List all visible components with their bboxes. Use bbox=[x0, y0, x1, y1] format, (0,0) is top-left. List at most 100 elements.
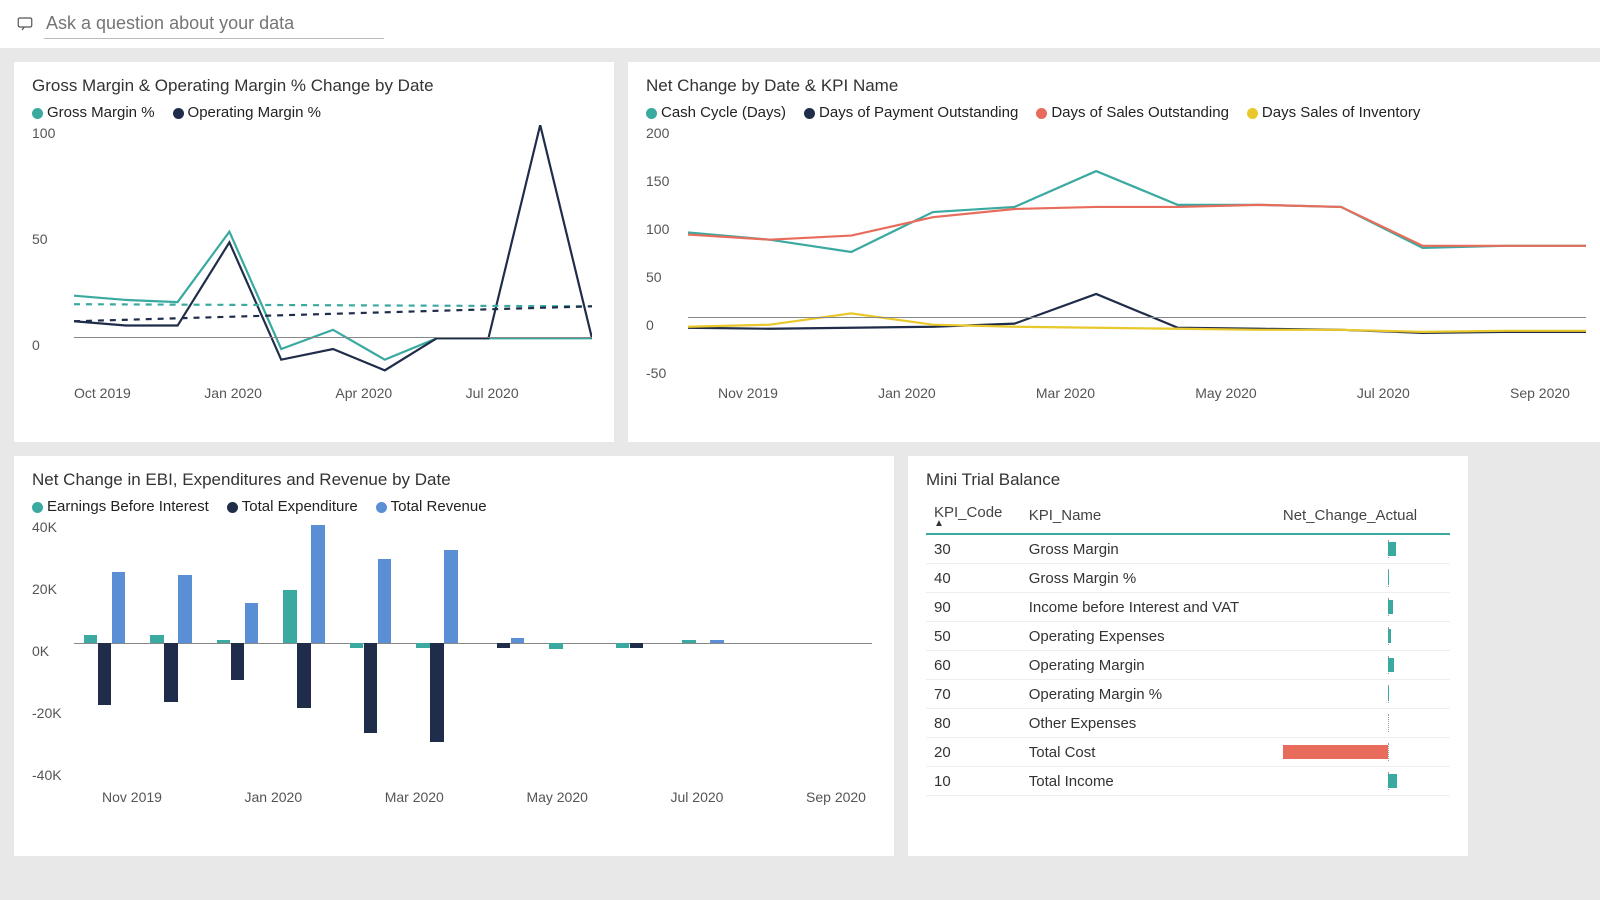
chat-icon bbox=[16, 15, 34, 33]
cell-name: Other Expenses bbox=[1021, 709, 1275, 738]
table-row[interactable]: 50Operating Expenses bbox=[926, 622, 1450, 651]
card-trial-balance[interactable]: Mini Trial Balance KPI_Code▲ KPI_Name Ne… bbox=[908, 456, 1468, 856]
bar bbox=[178, 575, 191, 643]
zero-line bbox=[688, 317, 1586, 318]
trial-balance-table: KPI_Code▲ KPI_Name Net_Change_Actual 30G… bbox=[926, 498, 1450, 796]
cell-bar bbox=[1275, 709, 1450, 738]
y-axis: 40K 20K 0K -20K -40K bbox=[32, 519, 74, 809]
table-row[interactable]: 80Other Expenses bbox=[926, 709, 1450, 738]
bar bbox=[350, 643, 363, 648]
cell-bar bbox=[1275, 651, 1450, 680]
cell-code: 30 bbox=[926, 534, 1021, 564]
swatch-icon bbox=[32, 108, 43, 119]
cell-code: 50 bbox=[926, 622, 1021, 651]
cell-code: 60 bbox=[926, 651, 1021, 680]
cell-bar bbox=[1275, 622, 1450, 651]
cell-name: Gross Margin bbox=[1021, 534, 1275, 564]
cell-name: Gross Margin % bbox=[1021, 564, 1275, 593]
cell-name: Income before Interest and VAT bbox=[1021, 593, 1275, 622]
swatch-icon bbox=[173, 108, 184, 119]
bar bbox=[416, 643, 429, 648]
bar bbox=[430, 643, 443, 742]
cell-code: 40 bbox=[926, 564, 1021, 593]
col-net-change[interactable]: Net_Change_Actual bbox=[1275, 498, 1450, 534]
bar bbox=[616, 643, 629, 648]
col-kpi-code[interactable]: KPI_Code▲ bbox=[926, 498, 1021, 534]
cell-code: 10 bbox=[926, 767, 1021, 796]
bar bbox=[84, 635, 97, 643]
x-axis: Oct 2019Jan 2020Apr 2020Jul 2020. bbox=[74, 385, 596, 405]
bar bbox=[297, 643, 310, 708]
ask-input[interactable] bbox=[44, 9, 384, 39]
swatch-icon bbox=[646, 108, 657, 119]
bar bbox=[283, 590, 296, 643]
swatch-icon bbox=[32, 502, 43, 513]
plot-area bbox=[74, 519, 872, 785]
y-axis: 200 150 100 50 0 -50 bbox=[646, 125, 688, 405]
cell-bar bbox=[1275, 738, 1450, 767]
sort-asc-icon: ▲ bbox=[934, 521, 1013, 527]
legend-item: Total Expenditure bbox=[242, 498, 358, 515]
cell-bar bbox=[1275, 767, 1450, 796]
bar bbox=[497, 643, 510, 648]
bar bbox=[164, 643, 177, 702]
plot-area bbox=[74, 125, 592, 381]
margin-plot[interactable]: 100 50 0 Oct 2019Jan 2020Apr 2020Jul 202… bbox=[32, 125, 596, 405]
bar bbox=[710, 640, 723, 643]
cell-name: Operating Expenses bbox=[1021, 622, 1275, 651]
swatch-icon bbox=[376, 502, 387, 513]
qa-bar bbox=[0, 0, 1600, 48]
legend-item: Cash Cycle (Days) bbox=[661, 104, 786, 121]
bar bbox=[630, 643, 643, 648]
table-row[interactable]: 60Operating Margin bbox=[926, 651, 1450, 680]
legend-item: Total Revenue bbox=[391, 498, 487, 515]
card-ebi-bars[interactable]: Net Change in EBI, Expenditures and Reve… bbox=[14, 456, 894, 856]
table-row[interactable]: 30Gross Margin bbox=[926, 534, 1450, 564]
plot-area bbox=[688, 125, 1586, 381]
card-title: Net Change in EBI, Expenditures and Reve… bbox=[32, 470, 876, 490]
bar-plot[interactable]: 40K 20K 0K -20K -40K Nov 2019Jan 2020Mar… bbox=[32, 519, 876, 809]
kpi-plot[interactable]: 200 150 100 50 0 -50 Nov 2019Jan 2020Mar… bbox=[646, 125, 1590, 405]
bar bbox=[549, 643, 562, 649]
legend: Gross Margin % Operating Margin % bbox=[32, 104, 596, 121]
card-kpi-days[interactable]: Net Change by Date & KPI Name Cash Cycle… bbox=[628, 62, 1600, 442]
cell-code: 90 bbox=[926, 593, 1021, 622]
cell-name: Operating Margin % bbox=[1021, 680, 1275, 709]
bar bbox=[112, 572, 125, 643]
card-margin-pct[interactable]: Gross Margin & Operating Margin % Change… bbox=[14, 62, 614, 442]
table-row[interactable]: 10Total Income bbox=[926, 767, 1450, 796]
cell-bar bbox=[1275, 534, 1450, 564]
card-title: Gross Margin & Operating Margin % Change… bbox=[32, 76, 596, 96]
legend-item: Gross Margin % bbox=[47, 104, 155, 121]
bar bbox=[245, 603, 258, 643]
cell-code: 80 bbox=[926, 709, 1021, 738]
bar bbox=[217, 640, 230, 643]
cell-bar bbox=[1275, 564, 1450, 593]
bar bbox=[682, 640, 695, 643]
cell-code: 20 bbox=[926, 738, 1021, 767]
table-row[interactable]: 90Income before Interest and VAT bbox=[926, 593, 1450, 622]
table-row[interactable]: 70Operating Margin % bbox=[926, 680, 1450, 709]
bar bbox=[311, 525, 324, 643]
legend: Earnings Before Interest Total Expenditu… bbox=[32, 498, 876, 515]
legend-item: Earnings Before Interest bbox=[47, 498, 209, 515]
line-svg bbox=[74, 125, 592, 381]
table-row[interactable]: 20Total Cost bbox=[926, 738, 1450, 767]
legend-item: Operating Margin % bbox=[188, 104, 321, 121]
swatch-icon bbox=[1036, 108, 1047, 119]
legend: Cash Cycle (Days) Days of Payment Outsta… bbox=[646, 104, 1590, 121]
card-title: Mini Trial Balance bbox=[926, 470, 1450, 490]
cell-name: Total Cost bbox=[1021, 738, 1275, 767]
cell-code: 70 bbox=[926, 680, 1021, 709]
cell-bar bbox=[1275, 680, 1450, 709]
legend-item: Days of Sales Outstanding bbox=[1051, 104, 1229, 121]
card-title: Net Change by Date & KPI Name bbox=[646, 76, 1590, 96]
cell-name: Total Income bbox=[1021, 767, 1275, 796]
cell-bar bbox=[1275, 593, 1450, 622]
table-row[interactable]: 40Gross Margin % bbox=[926, 564, 1450, 593]
swatch-icon bbox=[227, 502, 238, 513]
bar bbox=[231, 643, 244, 680]
bar bbox=[98, 643, 111, 705]
col-kpi-name[interactable]: KPI_Name bbox=[1021, 498, 1275, 534]
legend-item: Days of Payment Outstanding bbox=[819, 104, 1018, 121]
